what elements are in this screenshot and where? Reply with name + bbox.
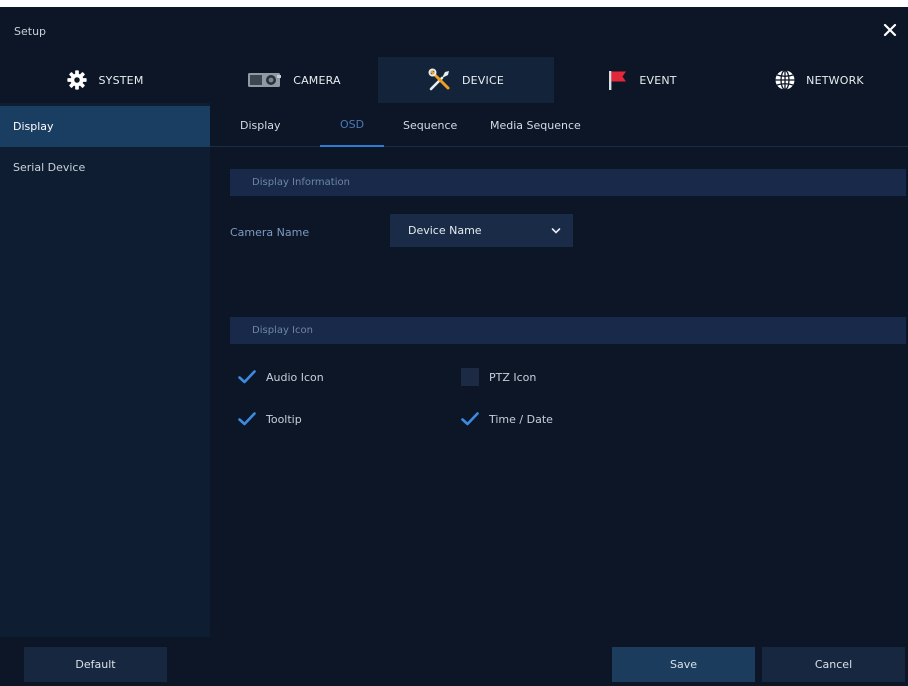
subtab-display-label: Display	[240, 118, 281, 132]
camera-name-label: Camera Name	[230, 226, 310, 239]
audio-icon-checkbox[interactable]: Audio Icon	[238, 368, 324, 386]
subtab-media-sequence-label: Media Sequence	[490, 118, 581, 132]
sidebar-item-label: Display	[13, 120, 54, 133]
ptz-icon-checkbox[interactable]: PTZ Icon	[461, 368, 536, 386]
close-icon	[883, 23, 897, 37]
tab-device-label: DEVICE	[461, 73, 505, 87]
subtab-osd-label: OSD	[339, 117, 365, 131]
chevron-down-icon	[551, 228, 561, 234]
sidebar-item-display[interactable]: Display	[0, 106, 210, 147]
sidebar: Display Serial Device	[0, 103, 210, 637]
tab-network[interactable]: NETWORK	[730, 57, 908, 103]
camera-name-value: Device Name	[408, 224, 482, 237]
globe-icon	[775, 69, 795, 91]
subtab-sequence[interactable]: Sequence	[403, 103, 457, 147]
save-button[interactable]: Save	[612, 647, 755, 682]
subtab-osd[interactable]: OSD	[320, 103, 384, 147]
sidebar-item-label: Serial Device	[13, 161, 86, 174]
footer-bar: Default Save Cancel	[0, 637, 908, 686]
tab-event[interactable]: EVENT	[554, 57, 730, 103]
checkbox-box	[461, 410, 479, 428]
checkmark-icon	[461, 412, 479, 426]
save-button-label: Save	[669, 658, 697, 671]
time-date-checkbox[interactable]: Time / Date	[461, 410, 553, 428]
tab-camera-label: CAMERA	[293, 73, 341, 87]
main-tabs: SYSTEM CAMERA DEVICE EVENT NETWORK	[0, 57, 908, 103]
main-content: Display OSD Sequence Media Sequence Disp…	[210, 103, 908, 637]
cancel-button[interactable]: Cancel	[762, 647, 905, 682]
checkbox-label: Tooltip	[266, 412, 302, 426]
checkbox-label: PTZ Icon	[489, 370, 537, 384]
checkmark-icon	[238, 412, 256, 426]
tab-device[interactable]: DEVICE	[378, 57, 554, 103]
flag-icon	[609, 71, 627, 90]
section-display-icon: Display Icon	[230, 317, 906, 344]
checkbox-box	[461, 368, 479, 386]
setup-window: Setup SYSTEM CAMERA DEVICE EVENT NETWORK…	[0, 7, 908, 686]
sidebar-item-serial-device[interactable]: Serial Device	[0, 147, 210, 188]
subtab-media-sequence[interactable]: Media Sequence	[490, 103, 581, 147]
tab-camera[interactable]: CAMERA	[210, 57, 378, 103]
checkbox-label: Time / Date	[489, 412, 553, 426]
close-button[interactable]	[880, 20, 900, 40]
default-button[interactable]: Default	[24, 647, 167, 682]
tab-system[interactable]: SYSTEM	[0, 57, 210, 103]
camera-name-select[interactable]: Device Name	[390, 214, 573, 247]
subtab-sequence-label: Sequence	[403, 118, 458, 132]
tab-system-label: SYSTEM	[98, 73, 144, 87]
checkbox-box	[238, 410, 256, 428]
gear-icon	[67, 70, 88, 90]
section-display-information: Display Information	[230, 169, 906, 196]
section-header: Display Information	[252, 177, 350, 188]
cancel-button-label: Cancel	[814, 658, 853, 671]
checkbox-label: Audio Icon	[266, 370, 324, 384]
section-header: Display Icon	[252, 325, 313, 336]
tab-event-label: EVENT	[639, 73, 677, 87]
tab-network-label: NETWORK	[806, 73, 864, 87]
sub-tabs: Display OSD Sequence Media Sequence	[210, 103, 908, 147]
default-button-label: Default	[75, 658, 116, 671]
camera-icon	[248, 73, 282, 87]
tools-icon	[428, 68, 450, 91]
subtab-display[interactable]: Display	[240, 103, 281, 147]
checkbox-box	[238, 368, 256, 386]
checkmark-icon	[238, 370, 256, 384]
tooltip-checkbox[interactable]: Tooltip	[238, 410, 302, 428]
title-bar: Setup	[0, 7, 908, 57]
window-title: Setup	[14, 25, 47, 38]
